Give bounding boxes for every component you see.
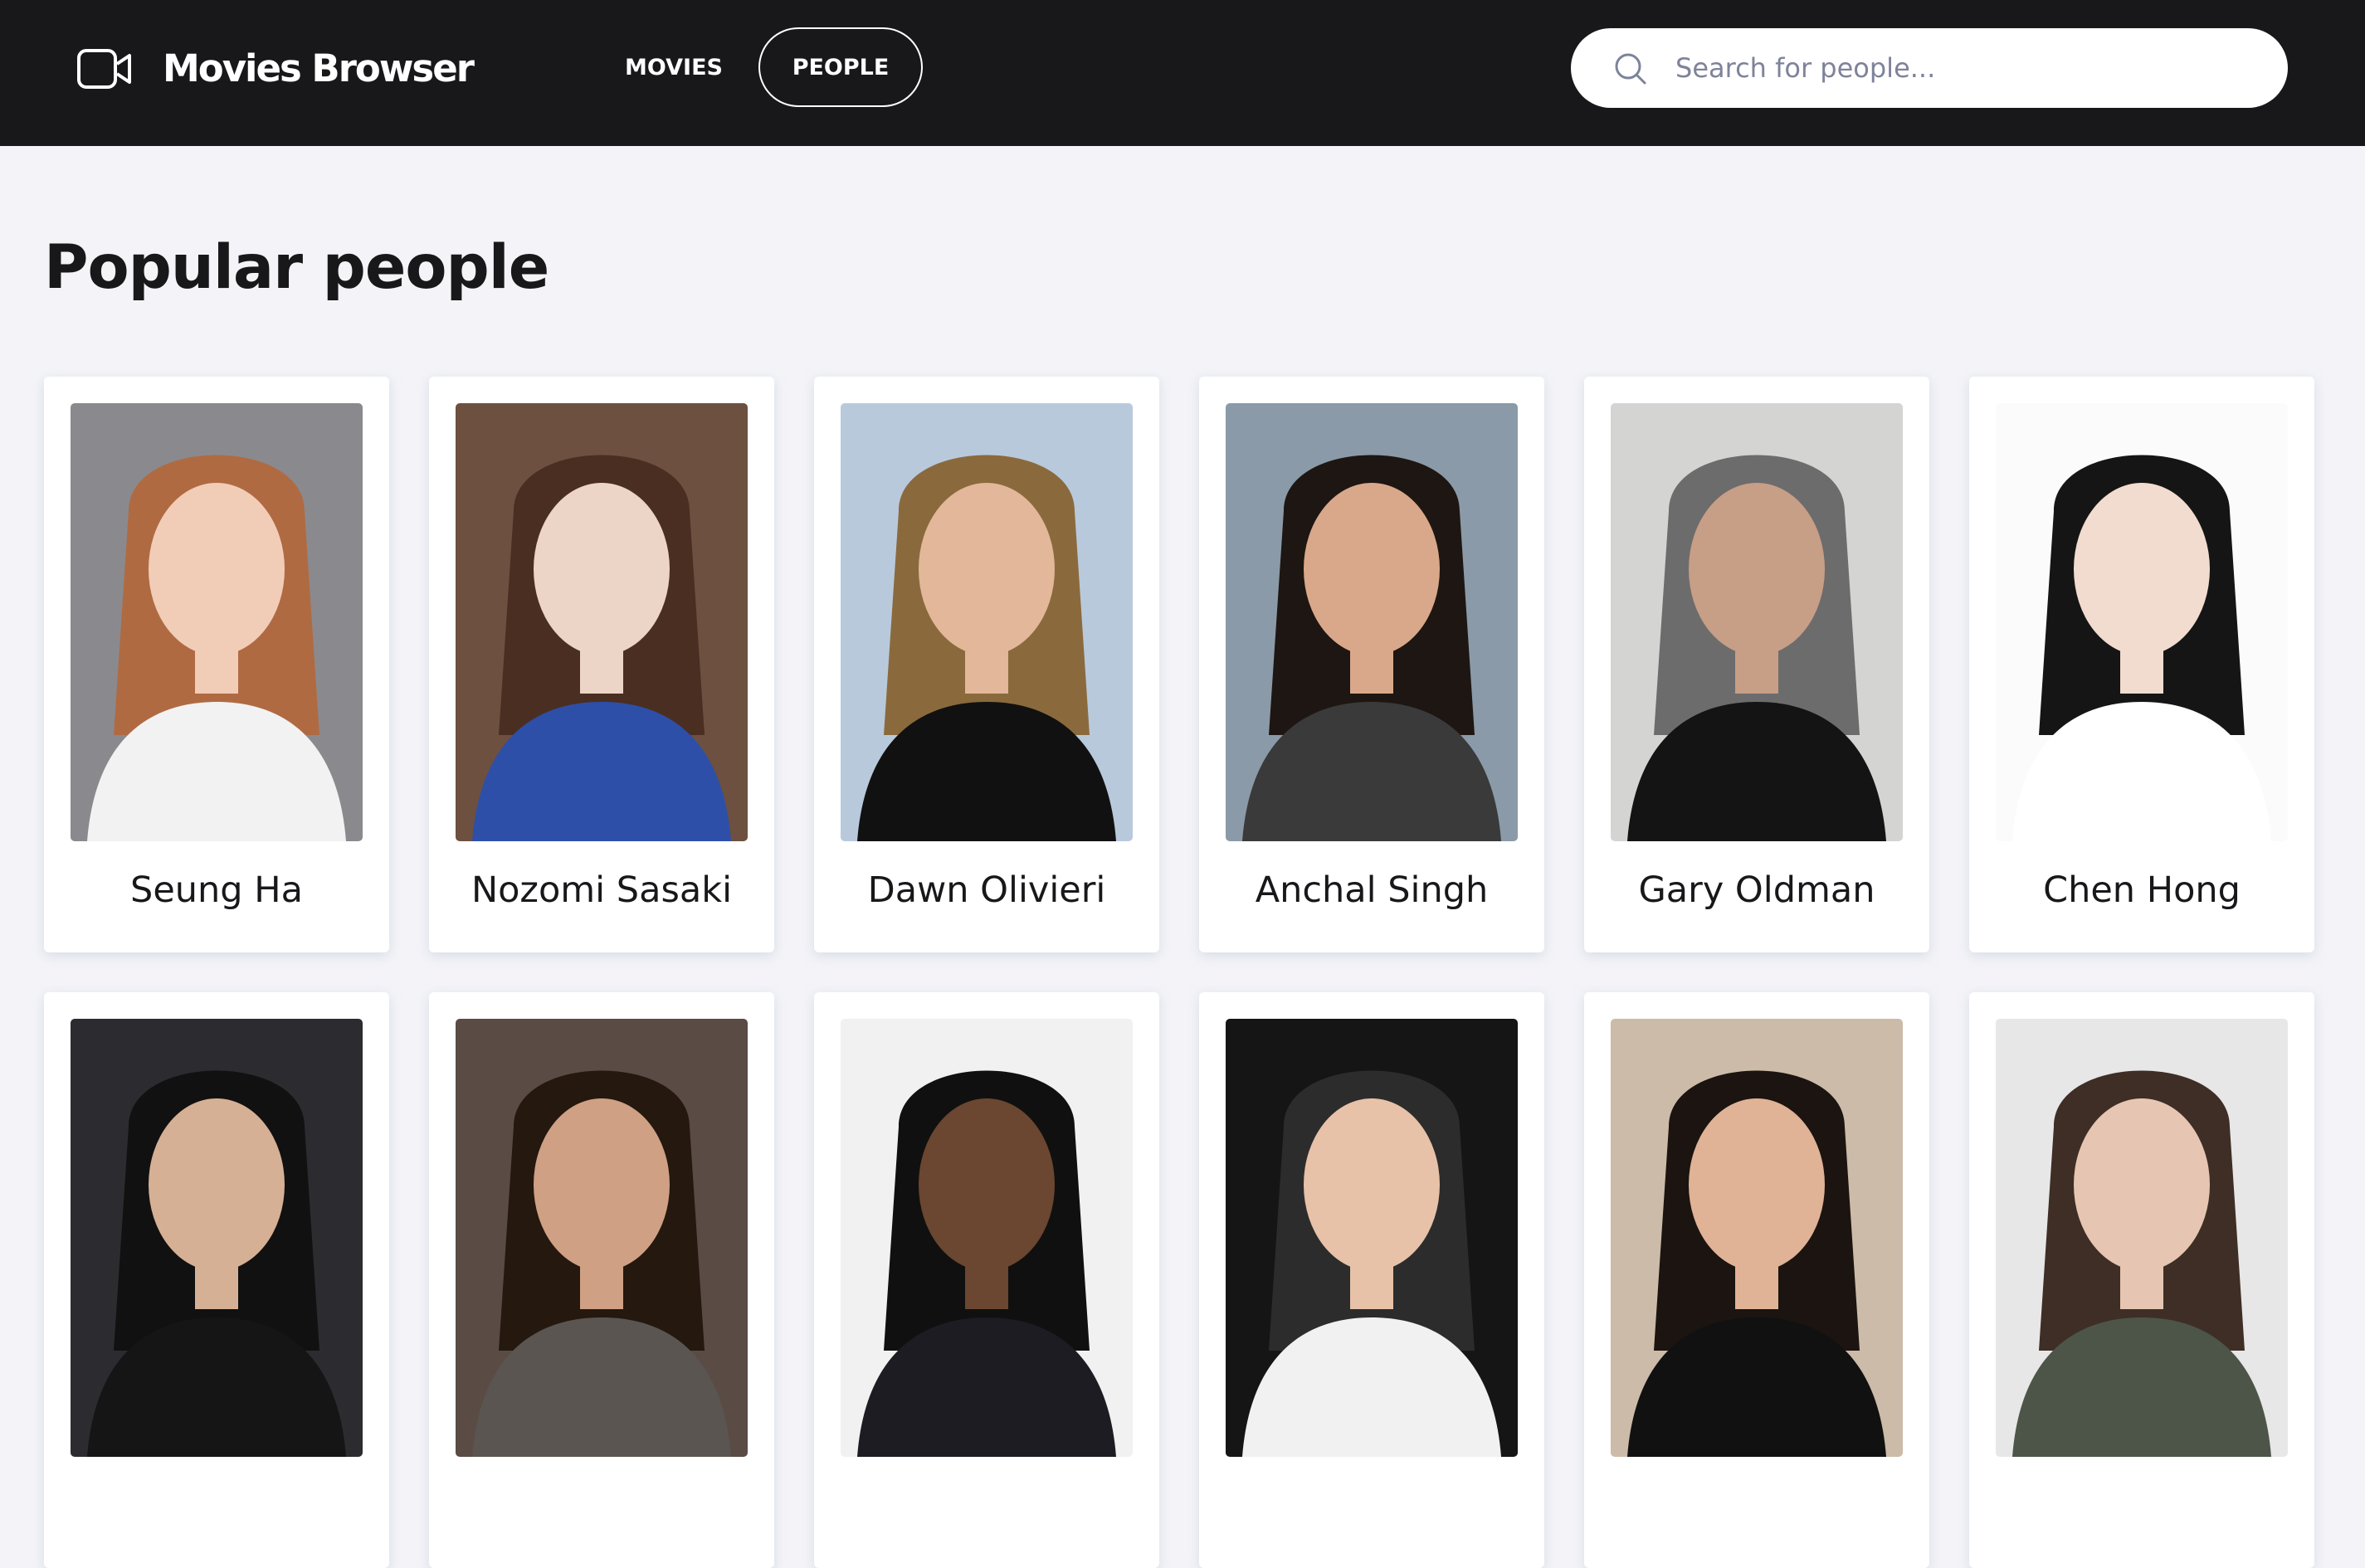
person-photo [841, 403, 1133, 841]
person-photo [456, 1019, 748, 1457]
nav-movies[interactable]: MOVIES [614, 27, 734, 107]
person-photo [1996, 1019, 2288, 1457]
app-logo[interactable]: Movies Browser [76, 46, 475, 90]
person-photo [1611, 403, 1903, 841]
person-card[interactable]: Dawn Olivieri [814, 377, 1159, 952]
person-name: Dawn Olivieri [867, 869, 1106, 911]
search-input[interactable] [1675, 45, 2256, 91]
person-card[interactable]: Seung Ha [44, 377, 389, 952]
top-navbar: Movies Browser MOVIES PEOPLE [0, 0, 2365, 146]
person-photo [71, 1019, 363, 1457]
person-name: Chen Hong [2043, 869, 2241, 911]
page-title: Popular people [44, 232, 549, 303]
person-photo [1226, 403, 1518, 841]
app-title: Movies Browser [163, 46, 475, 90]
person-photo [1226, 1019, 1518, 1457]
person-card[interactable] [1584, 992, 1929, 1568]
person-photo [841, 1019, 1133, 1457]
person-name: Gary Oldman [1638, 869, 1875, 911]
person-photo [456, 403, 748, 841]
nav-people[interactable]: PEOPLE [758, 27, 923, 107]
person-name: Anchal Singh [1255, 869, 1489, 911]
person-card[interactable] [429, 992, 774, 1568]
person-photo [1611, 1019, 1903, 1457]
person-name: Seung Ha [130, 869, 303, 911]
person-card[interactable] [814, 992, 1159, 1568]
search-icon [1615, 53, 1646, 85]
people-grid: Seung Ha Nozomi Sasaki Dawn Olivieri Anchal… [44, 377, 2318, 1568]
person-card[interactable]: Anchal Singh [1199, 377, 1544, 952]
person-card[interactable]: Nozomi Sasaki [429, 377, 774, 952]
person-photo [1996, 403, 2288, 841]
person-name: Nozomi Sasaki [471, 869, 733, 911]
search-bar[interactable] [1571, 28, 2288, 108]
person-card[interactable]: Chen Hong [1969, 377, 2314, 952]
person-card[interactable] [44, 992, 389, 1568]
person-card[interactable] [1199, 992, 1544, 1568]
person-card[interactable] [1969, 992, 2314, 1568]
person-photo [71, 403, 363, 841]
video-camera-icon [77, 48, 131, 89]
person-card[interactable]: Gary Oldman [1584, 377, 1929, 952]
